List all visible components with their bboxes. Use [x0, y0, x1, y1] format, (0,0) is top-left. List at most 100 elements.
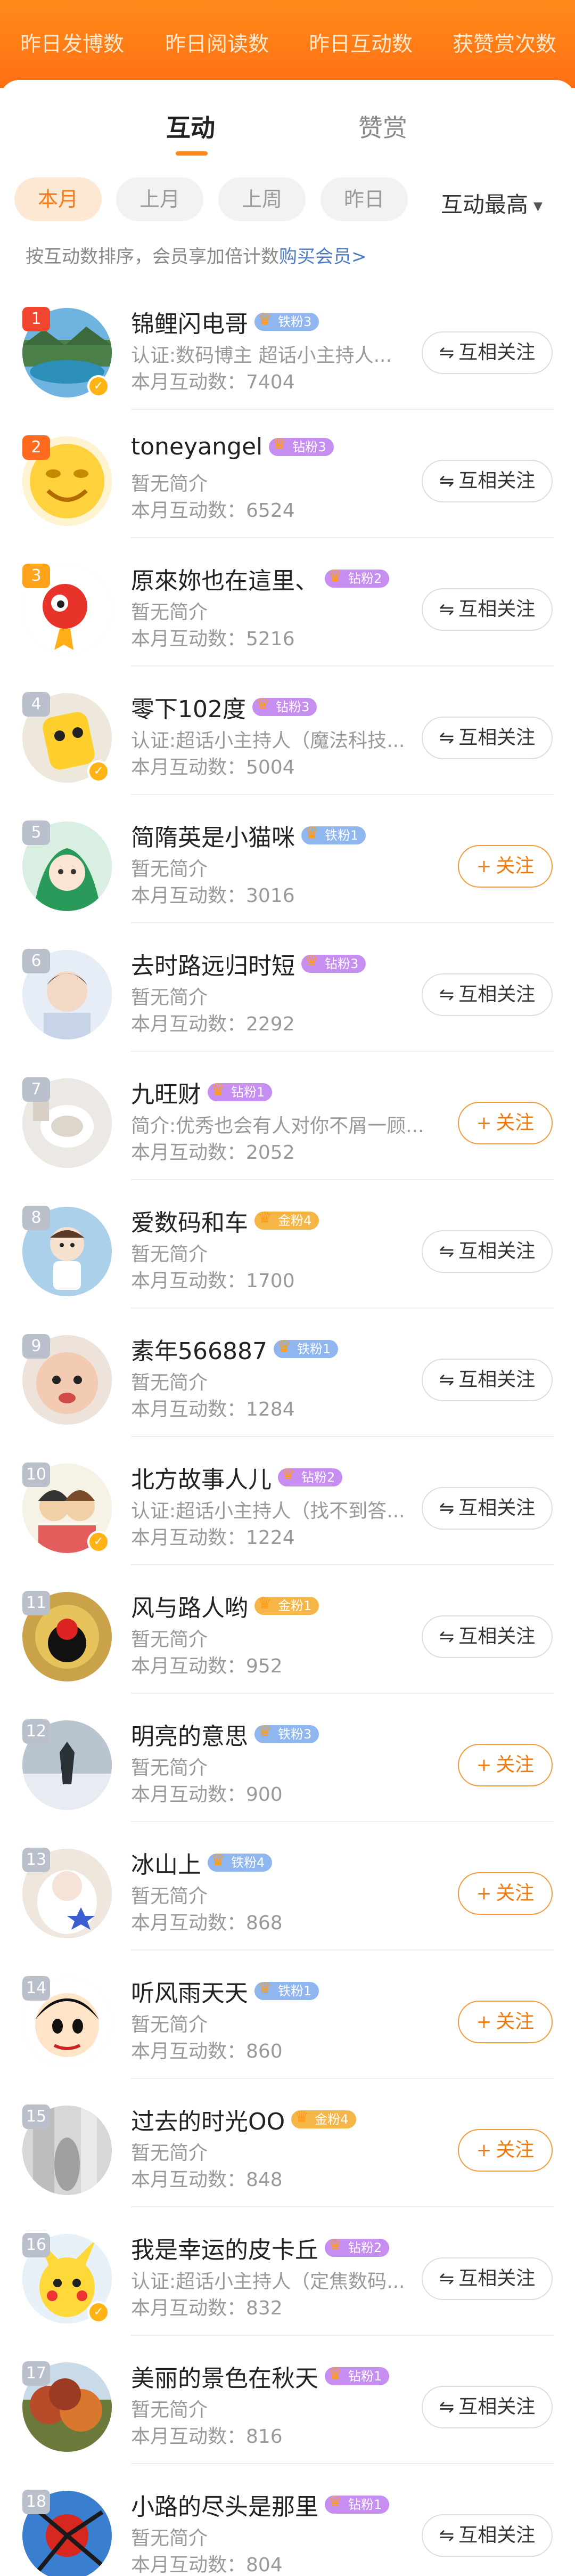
interaction-count: 本月互动数：1284 [131, 1399, 295, 1420]
mutual-follow-button[interactable]: ⇋ 互相关注 [422, 331, 553, 374]
mutual-follow-button[interactable]: ⇋ 互相关注 [422, 1230, 553, 1273]
tab-interaction[interactable]: 互动 [166, 109, 215, 144]
mutual-label: 互相关注 [458, 2396, 536, 2418]
user-name[interactable]: 去时路远归时短 [131, 953, 295, 980]
user-name[interactable]: 九旺财 [131, 1081, 201, 1108]
sort-label: 互动最高 [441, 192, 528, 217]
name-line: 我是幸运的皮卡丘钻粉2 [131, 2231, 390, 2265]
mutual-label: 互相关注 [458, 1240, 536, 1262]
interaction-count: 本月互动数：1224 [131, 1527, 295, 1549]
interaction-count: 本月互动数：2052 [131, 1142, 295, 1164]
plus-icon: + [476, 1112, 492, 1134]
user-name[interactable]: 素年566887 [131, 1338, 267, 1365]
follow-button[interactable]: + 关注 [458, 1872, 553, 1915]
user-desc: 简介:优秀也会有人对你不屑一顾... [131, 1115, 424, 1137]
follow-button[interactable]: + 关注 [458, 2001, 553, 2043]
metrics-bar: 昨日发博数 昨日阅读数 昨日互动数 获赞赏次数 [0, 0, 575, 88]
mutual-follow-button[interactable]: ⇋ 互相关注 [422, 973, 553, 1016]
list-item[interactable]: 15 过去的时光OO 金粉4 暂无简介本月互动数：848 +关注 [0, 2079, 575, 2207]
user-name[interactable]: 听风雨天天 [131, 1980, 248, 2007]
follow-label: 关注 [496, 1882, 535, 1904]
user-name[interactable]: 我是幸运的皮卡丘 [131, 2237, 318, 2264]
list-item[interactable]: 7 九旺财钻粉1 简介:优秀也会有人对你不屑一顾... 本月互动数：2052 +关注 [0, 1052, 575, 1180]
mutual-arrows-icon: ⇋ [439, 2268, 455, 2289]
list-item[interactable]: 9 素年566887 铁粉1 暂无简介本月互动数：1284 ⇋互相关注 [0, 1309, 575, 1437]
fan-level-badge: 钻粉3 [301, 953, 366, 973]
user-name[interactable]: 美丽的景色在秋天 [131, 2365, 318, 2392]
mutual-follow-button[interactable]: ⇋ 互相关注 [422, 2514, 553, 2557]
chip-last-month[interactable]: 上月 [116, 177, 203, 221]
list-item[interactable]: 1 ✓ 锦鲤闪电哥铁粉3 认证:数码博主 超话小主持人... 本月互动数：7404 ⇋互相… [0, 281, 575, 410]
interaction-count: 本月互动数：2292 [131, 1013, 295, 1035]
fan-level-badge: 铁粉1 [301, 824, 366, 844]
mutual-follow-button[interactable]: ⇋ 互相关注 [422, 460, 553, 502]
verified-icon: ✓ [87, 375, 110, 397]
list-item[interactable]: 5 简隋英是小猫咪铁粉1 暂无简介本月互动数：3016 +关注 [0, 795, 575, 923]
user-name[interactable]: toneyangel [131, 433, 262, 460]
user-name[interactable]: 小路的尽头是那里 [131, 2493, 318, 2521]
metric-tab-rewards[interactable]: 获赞赏次数 [453, 28, 556, 58]
follow-button[interactable]: + 关注 [458, 1102, 553, 1144]
chip-last-week[interactable]: 上周 [218, 177, 306, 221]
name-line: 九旺财钻粉1 [131, 1075, 273, 1109]
name-line: 锦鲤闪电哥铁粉3 [131, 305, 319, 339]
metric-tab-posts[interactable]: 昨日发博数 [20, 28, 124, 58]
list-item[interactable]: 12 明亮的意思铁粉3 暂无简介本月互动数：900 +关注 [0, 1694, 575, 1822]
user-name[interactable]: 风与路人哟 [131, 1595, 248, 1622]
mutual-follow-button[interactable]: ⇋ 互相关注 [422, 1487, 553, 1530]
user-desc: 暂无简介 [131, 473, 208, 495]
user-name[interactable]: 零下102度 [131, 696, 246, 723]
user-name[interactable]: 原來妳也在這里、 [131, 567, 318, 595]
list-item[interactable]: 17 美丽的景色在秋天钻粉1 暂无简介本月互动数：816 ⇋互相关注 [0, 2336, 575, 2464]
mutual-follow-button[interactable]: ⇋ 互相关注 [422, 1615, 553, 1658]
name-line: 过去的时光OO 金粉4 [131, 2102, 356, 2136]
user-name[interactable]: 明亮的意思 [131, 1723, 248, 1750]
user-name[interactable]: 简隋英是小猫咪 [131, 824, 295, 851]
list-item[interactable]: 8 爱数码和车金粉4 暂无简介本月互动数：1700 ⇋互相关注 [0, 1180, 575, 1309]
sort-dropdown[interactable]: 互动最高 ▼ [441, 186, 543, 218]
list-item[interactable]: 14 听风雨天天铁粉1 暂无简介本月互动数：860 +关注 [0, 1951, 575, 2079]
rank-badge: 12 [22, 1719, 50, 1744]
metric-tab-reads[interactable]: 昨日阅读数 [165, 28, 269, 58]
list-item[interactable]: 4 ✓ 零下102度钻粉3 认证:超话小主持人（魔法科技... 本月互动数：5004 ⇋互… [0, 667, 575, 795]
user-desc: 暂无简介 [131, 858, 208, 880]
chip-yesterday[interactable]: 昨日 [321, 177, 408, 221]
buy-membership-link[interactable]: 购买会员> [279, 246, 367, 267]
list-item[interactable]: 6 去时路远归时短钻粉3 暂无简介本月互动数：2292 ⇋互相关注 [0, 923, 575, 1052]
list-item[interactable]: 10 ✓ 北方故事人儿钻粉2 认证:超话小主持人（找不到答... 本月互动数：1224 ⇋… [0, 1437, 575, 1565]
mutual-arrows-icon: ⇋ [439, 984, 455, 1005]
chip-this-month[interactable]: 本月 [14, 177, 102, 221]
mutual-arrows-icon: ⇋ [439, 2396, 455, 2418]
rank-badge: 11 [22, 1591, 50, 1615]
mutual-follow-button[interactable]: ⇋ 互相关注 [422, 2257, 553, 2300]
name-line: 去时路远归时短钻粉3 [131, 947, 366, 981]
user-name[interactable]: 锦鲤闪电哥 [131, 311, 248, 338]
list-item[interactable]: 2 toneyangel 钻粉3 暂无简介本月互动数：6524 ⇋互相关注 [0, 410, 575, 538]
list-item[interactable]: 3 原來妳也在這里、钻粉2 暂无简介本月互动数：5216 ⇋互相关注 [0, 538, 575, 667]
mutual-follow-button[interactable]: ⇋ 互相关注 [422, 717, 553, 759]
interaction-count: 本月互动数：7404 [131, 371, 295, 393]
list-item[interactable]: 18 小路的尽头是那里钻粉1 暂无简介本月互动数：804 ⇋互相关注 [0, 2464, 575, 2576]
metric-tab-interactions[interactable]: 昨日互动数 [309, 28, 413, 58]
mutual-follow-button[interactable]: ⇋ 互相关注 [422, 1359, 553, 1401]
user-name[interactable]: 过去的时光OO [131, 2108, 285, 2135]
follow-label: 关注 [496, 1754, 535, 1776]
rank-badge: 13 [22, 1848, 50, 1872]
mutual-label: 互相关注 [458, 598, 536, 620]
user-name[interactable]: 北方故事人儿 [131, 1466, 272, 1493]
follow-button[interactable]: + 关注 [458, 845, 553, 888]
user-desc: 暂无简介 [131, 1629, 208, 1651]
list-item[interactable]: 13冰山上铁粉4暂无简介本月互动数：868+关注 [0, 1822, 575, 1951]
list-item[interactable]: 16 ✓ 我是幸运的皮卡丘钻粉2 认证:超话小主持人（定焦数码... 本月互动数：832… [0, 2207, 575, 2336]
fan-level-badge: 钻粉1 [325, 2493, 390, 2514]
follow-button[interactable]: + 关注 [458, 1744, 553, 1786]
user-name[interactable]: 爱数码和车 [131, 1209, 248, 1237]
mutual-follow-button[interactable]: ⇋ 互相关注 [422, 588, 553, 631]
membership-hint: 按互动数排序，会员享加倍计数购买会员> [26, 242, 367, 268]
mutual-follow-button[interactable]: ⇋ 互相关注 [422, 2386, 553, 2428]
follow-button[interactable]: + 关注 [458, 2129, 553, 2172]
user-desc: 暂无简介 [131, 2399, 208, 2421]
user-name[interactable]: 冰山上 [131, 1851, 201, 1879]
tab-reward[interactable]: 赞赏 [358, 109, 407, 144]
list-item[interactable]: 11 风与路人哟金粉1 暂无简介本月互动数：952 ⇋互相关注 [0, 1565, 575, 1694]
